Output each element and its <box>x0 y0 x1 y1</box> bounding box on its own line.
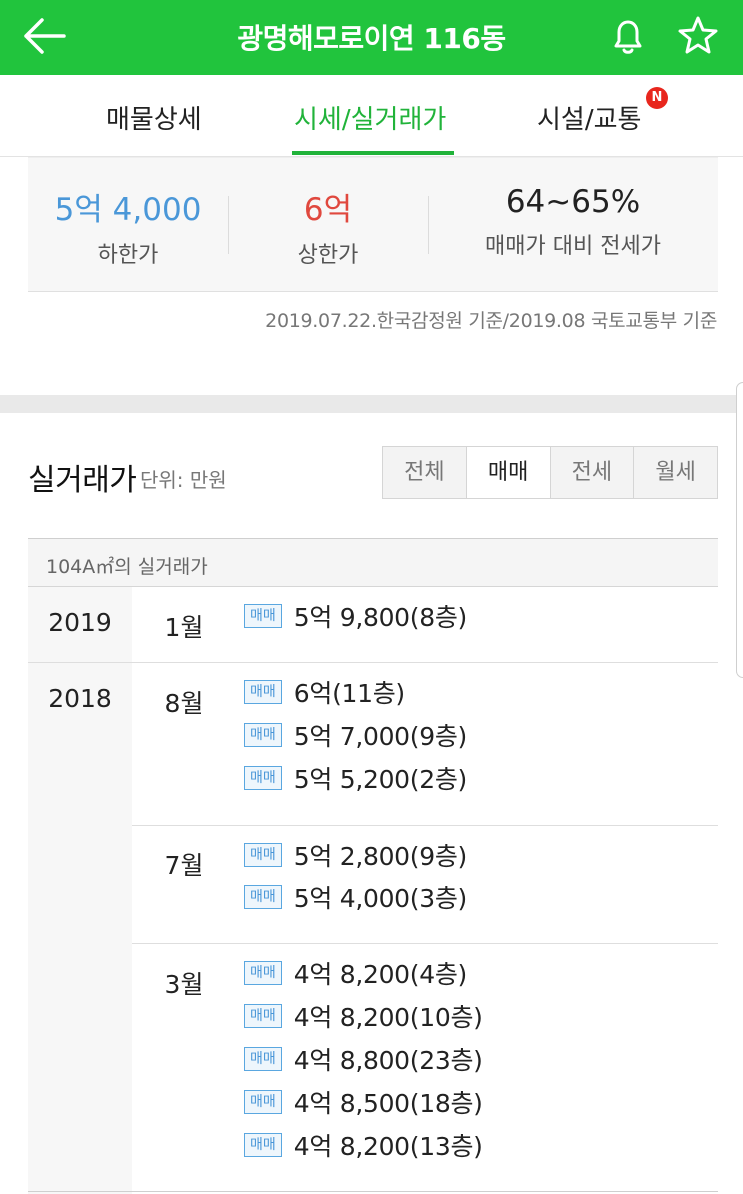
filter-sale-button[interactable]: 매매 <box>466 447 551 498</box>
list-item: 매매 5억 5,200(2층) <box>244 760 467 796</box>
jeonse-ratio-value: 64~65% <box>505 184 641 220</box>
scroll-handle[interactable] <box>736 382 743 678</box>
list-item: 매매 6억(11층) <box>244 674 405 710</box>
trade-price: 4억 8,200(10층) <box>293 1003 483 1032</box>
trade-price: 4억 8,200(4층) <box>293 960 468 989</box>
tab-listing-detail[interactable]: 매물상세 <box>106 99 202 136</box>
table-title: 104A㎡의 실거래가 <box>28 539 718 587</box>
table-body: 2019 1월 매매 5억 9,800(8층) 2018 8월 매매 6억(11… <box>28 587 718 1194</box>
trade-price: 5억 2,800(9층) <box>293 842 468 871</box>
list-item: 매매 4억 8,800(23층) <box>244 1041 483 1077</box>
list-item: 매매 5억 9,800(8층) <box>244 598 467 634</box>
list-item: 매매 5억 7,000(9층) <box>244 717 467 753</box>
trade-price: 4억 8,800(23층) <box>293 1046 483 1075</box>
filter-jeonse-button[interactable]: 전세 <box>551 447 635 498</box>
jeonse-ratio-block: 64~65% 매매가 대비 전세가 <box>428 184 718 260</box>
tab-facility-transport[interactable]: 시설/교통 <box>537 99 641 136</box>
list-item: 매매 4억 8,200(10층) <box>244 998 483 1034</box>
trade-type-tag: 매매 <box>244 723 282 747</box>
trade-type-tag: 매매 <box>244 1004 282 1028</box>
year-cell <box>28 663 132 1194</box>
filter-all-button[interactable]: 전체 <box>383 447 467 498</box>
month-label: 8월 <box>164 689 204 718</box>
trade-price: 5억 7,000(9층) <box>293 722 468 751</box>
lower-limit-block: 5억 4,000 하한가 <box>28 184 228 269</box>
trade-type-tag: 매매 <box>244 961 282 985</box>
trade-price: 5억 4,000(3층) <box>293 884 468 913</box>
trade-price: 6억(11층) <box>293 679 405 708</box>
active-tab-indicator <box>292 151 454 155</box>
app-bar: 광명해모로이연 116동 <box>0 0 743 75</box>
trade-type-tag: 매매 <box>244 1090 282 1114</box>
row-divider <box>132 943 718 944</box>
data-basis-note: 2019.07.22.한국감정원 기준/2019.08 국토교통부 기준 <box>265 310 717 332</box>
trade-type-tag: 매매 <box>244 843 282 867</box>
trade-price: 5억 5,200(2층) <box>293 765 468 794</box>
trade-price: 4억 8,500(18층) <box>293 1089 483 1118</box>
year-label: 2018 <box>48 684 112 713</box>
filter-monthly-button[interactable]: 월세 <box>634 447 717 498</box>
unit-label: 단위: 만원 <box>140 468 227 492</box>
upper-limit-value: 6억 <box>303 192 353 228</box>
month-label: 7월 <box>164 851 204 880</box>
trade-type-tag: 매매 <box>244 1047 282 1071</box>
list-item: 매매 4억 8,200(13층) <box>244 1127 483 1163</box>
tab-bar: 매물상세 시세/실거래가 시설/교통 N <box>0 75 743 157</box>
trade-type-tag: 매매 <box>244 604 282 628</box>
tab-price-trade[interactable]: 시세/실거래가 <box>294 99 446 136</box>
trade-type-tag: 매매 <box>244 885 282 909</box>
jeonse-ratio-label: 매매가 대비 전세가 <box>485 234 661 259</box>
trade-type-tag: 매매 <box>244 680 282 704</box>
new-badge: N <box>646 87 668 109</box>
list-item: 매매 4억 8,200(4층) <box>244 955 467 991</box>
year-label: 2019 <box>48 608 112 637</box>
trade-price: 5억 9,800(8층) <box>293 603 468 632</box>
section-divider <box>0 395 743 413</box>
star-icon[interactable] <box>676 13 720 57</box>
upper-limit-block: 6억 상한가 <box>228 184 428 269</box>
trade-type-filter: 전체 매매 전세 월세 <box>382 446 718 499</box>
month-label: 1월 <box>164 613 204 642</box>
row-divider <box>28 1191 718 1192</box>
list-item: 매매 5억 4,000(3층) <box>244 879 467 915</box>
month-label: 3월 <box>164 970 204 999</box>
lower-limit-value: 5억 4,000 <box>54 192 202 228</box>
row-divider <box>132 825 718 826</box>
upper-limit-label: 상한가 <box>297 243 359 268</box>
bell-icon[interactable] <box>606 14 650 58</box>
trade-type-tag: 매매 <box>244 1133 282 1157</box>
real-trade-title: 실거래가 <box>28 463 137 498</box>
real-trade-table: 104A㎡의 실거래가 2019 1월 매매 5억 9,800(8층) 2018… <box>28 538 718 1194</box>
trade-type-tag: 매매 <box>244 766 282 790</box>
list-item: 매매 4억 8,500(18층) <box>244 1084 483 1120</box>
trade-price: 4억 8,200(13층) <box>293 1132 483 1161</box>
lower-limit-label: 하한가 <box>97 243 159 268</box>
list-item: 매매 5억 2,800(9층) <box>244 837 467 873</box>
price-summary: 5억 4,000 하한가 6억 상한가 64~65% 매매가 대비 전세가 <box>28 157 718 292</box>
